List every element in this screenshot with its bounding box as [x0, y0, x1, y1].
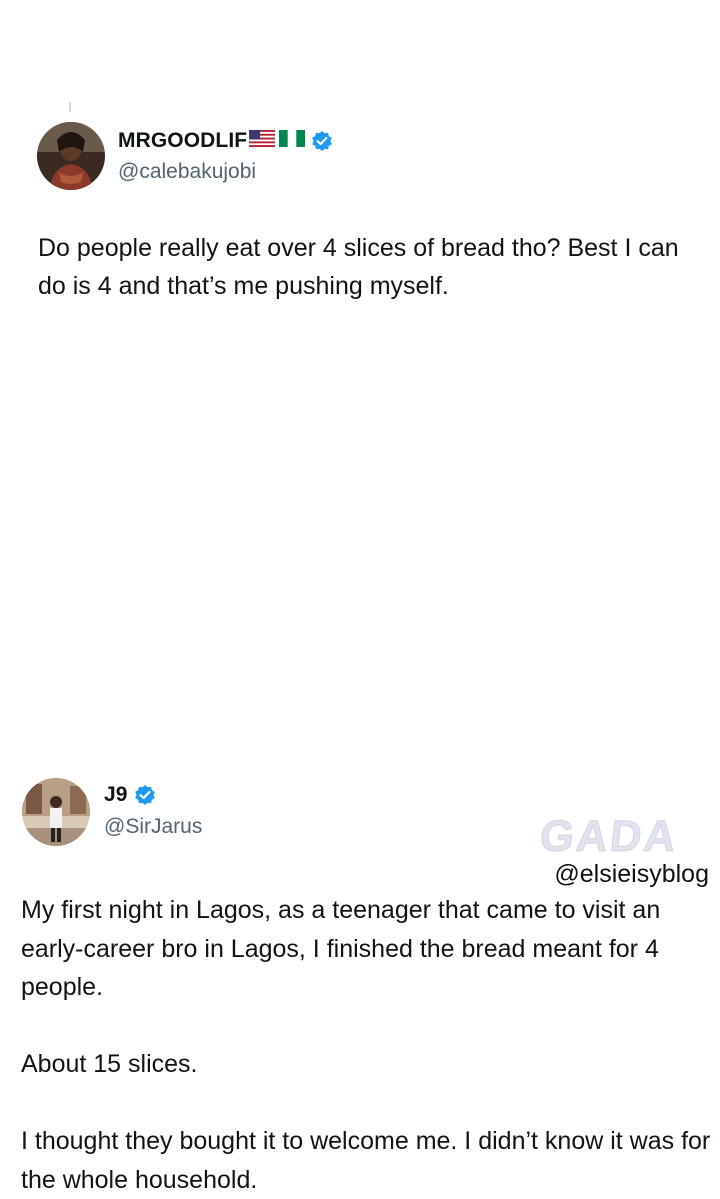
avatar[interactable]: [37, 122, 105, 190]
author-handle[interactable]: @calebakujobi: [118, 160, 256, 184]
display-name[interactable]: MRGOODLIF: [118, 129, 247, 153]
display-name[interactable]: J9: [104, 783, 128, 807]
avatar-photo: [37, 122, 105, 190]
author-name-row: J9: [104, 783, 156, 807]
tweet-text: My first night in Lagos, as a teenager t…: [21, 896, 711, 1194]
thread-connector: [69, 102, 71, 112]
gada-watermark-logo: GADA: [537, 812, 681, 862]
us-flag-icon: [249, 130, 276, 152]
nigeria-flag-icon: [279, 130, 306, 152]
watermark-handle: @elsieisyblog: [554, 860, 709, 888]
author-handle[interactable]: @SirJarus: [104, 815, 202, 839]
author-name-row: MRGOODLIF: [118, 129, 333, 153]
avatar[interactable]: [22, 778, 90, 846]
avatar-photo: [22, 778, 90, 846]
tweet-card-1: MRGOODLIF @calebakujobi Do people really…: [0, 0, 720, 360]
verified-badge-icon: [134, 784, 156, 806]
verified-badge-icon: [311, 130, 333, 152]
tweet-text: Do people really eat over 4 slices of br…: [38, 234, 679, 300]
